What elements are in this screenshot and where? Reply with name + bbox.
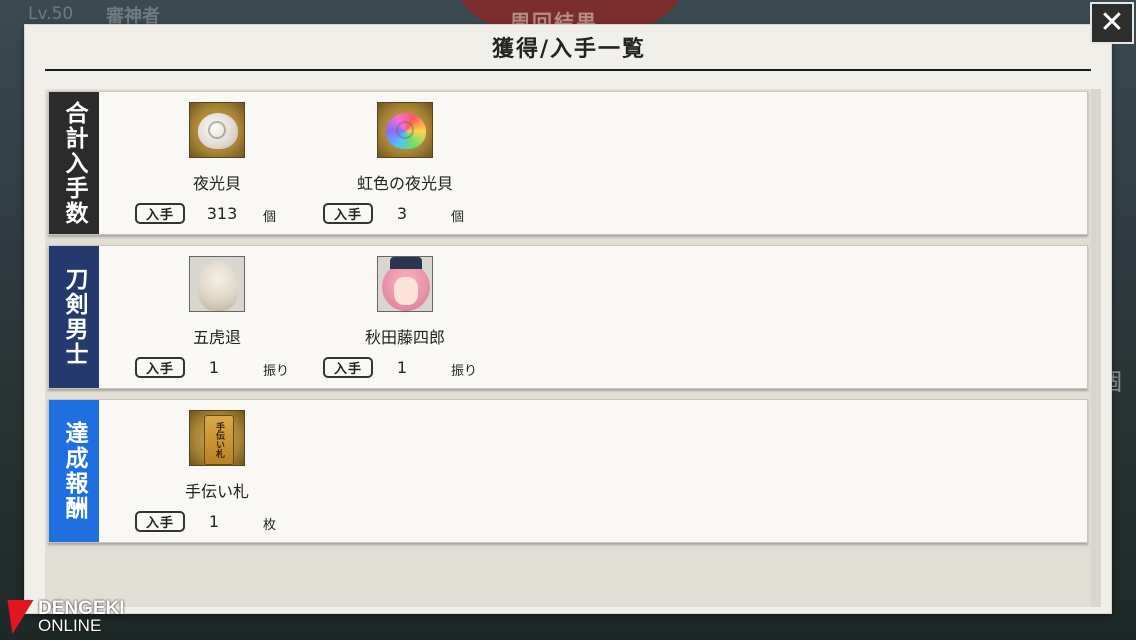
item-card[interactable]: 秋田藤四郎 入手 1 振り	[315, 256, 495, 380]
acquired-badge: 入手	[135, 357, 185, 378]
acquired-badge: 入手	[135, 511, 185, 532]
item-card[interactable]: 夜光貝 入手 313 個	[127, 102, 307, 226]
item-unit: 振り	[263, 364, 290, 379]
white-shell-icon	[189, 102, 245, 158]
section-label: 合計入手数	[49, 92, 99, 234]
help-tag-icon: 手伝い札	[189, 410, 245, 466]
item-name: 手伝い札	[184, 482, 249, 501]
item-count: 313	[206, 204, 238, 223]
item-unit: 個	[263, 210, 277, 225]
close-button[interactable]: ✕	[1090, 2, 1134, 44]
section-label: 刀剣男士	[49, 246, 99, 388]
item-count: 1	[208, 358, 220, 377]
help-tag-text: 手伝い札	[204, 415, 234, 465]
rainbow-shell-icon	[377, 102, 433, 158]
item-count: 3	[396, 204, 408, 223]
results-scroll-area[interactable]: 合計入手数 夜光貝 入手 313 個 虹色の夜光貝 入手 3 個 刀剣男士 五虎…	[45, 89, 1101, 607]
acquired-badge: 入手	[323, 203, 373, 224]
item-count: 1	[208, 512, 220, 531]
item-card[interactable]: 五虎退 入手 1 振り	[127, 256, 307, 380]
item-count: 1	[396, 358, 408, 377]
gokotai-portrait-icon	[189, 256, 245, 312]
lightning-logo-icon	[0, 600, 34, 634]
item-name: 五虎退	[192, 328, 241, 347]
item-name: 秋田藤四郎	[364, 328, 445, 347]
item-card[interactable]: 手伝い札 手伝い札 入手 1 枚	[127, 410, 307, 534]
acquired-badge: 入手	[323, 357, 373, 378]
player-level: Lv.50	[28, 4, 74, 24]
section-sword-warriors: 刀剣男士 五虎退 入手 1 振り 秋田藤四郎 入手 1 振り	[48, 245, 1088, 389]
item-unit: 枚	[263, 518, 277, 533]
item-unit: 振り	[451, 364, 478, 379]
dialog-title: 獲得/入手一覧	[491, 36, 647, 62]
item-unit: 個	[451, 210, 465, 225]
section-total-acquired: 合計入手数 夜光貝 入手 313 個 虹色の夜光貝 入手 3 個	[48, 91, 1088, 235]
dengeki-online-watermark: DENGEKI ONLINE	[0, 598, 126, 638]
close-icon: ✕	[1099, 5, 1125, 40]
section-label: 達成報酬	[49, 400, 99, 542]
acquisition-list-dialog: 獲得/入手一覧 合計入手数 夜光貝 入手 313 個 虹色の夜光貝 入手 3 個…	[24, 24, 1112, 614]
scrollbar-track[interactable]	[1091, 89, 1101, 607]
item-card[interactable]: 虹色の夜光貝 入手 3 個	[315, 102, 495, 226]
watermark-line2: ONLINE	[38, 616, 102, 635]
acquired-badge: 入手	[135, 203, 185, 224]
item-name: 虹色の夜光貝	[356, 174, 453, 193]
akita-portrait-icon	[377, 256, 433, 312]
title-divider	[45, 69, 1091, 71]
section-achievement-reward: 達成報酬 手伝い札 手伝い札 入手 1 枚	[48, 399, 1088, 543]
item-name: 夜光貝	[192, 174, 241, 193]
